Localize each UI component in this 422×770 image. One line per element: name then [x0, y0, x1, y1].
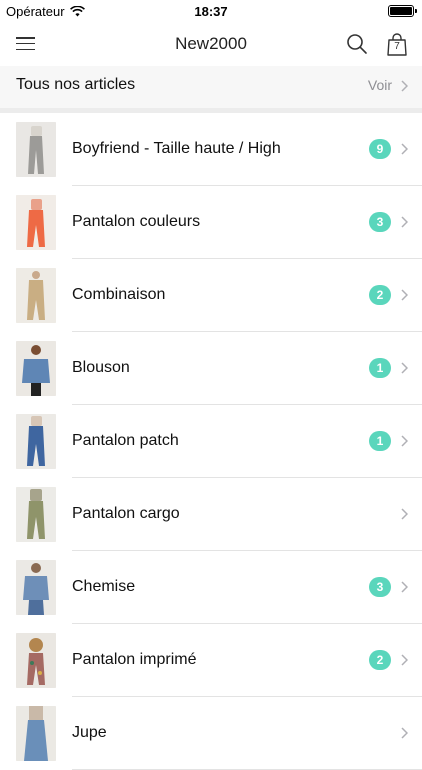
status-bar: Opérateur 18:37 — [0, 0, 422, 22]
count-badge: 3 — [369, 577, 391, 597]
category-row[interactable]: Blouson 1 — [0, 332, 422, 405]
count-badge: 9 — [369, 139, 391, 159]
battery-icon — [388, 5, 417, 17]
product-thumbnail — [16, 706, 56, 761]
all-articles-label: Tous nos articles — [16, 76, 136, 93]
shopping-bag-button[interactable]: 7 — [386, 32, 408, 56]
product-thumbnail — [16, 341, 56, 396]
chevron-right-icon — [401, 581, 408, 593]
category-label: Combinaison — [72, 286, 166, 303]
count-badge: 2 — [369, 285, 391, 305]
count-badge: 2 — [369, 650, 391, 670]
count-badge: 1 — [369, 431, 391, 451]
count-badge: 1 — [369, 358, 391, 378]
chevron-right-icon — [401, 362, 408, 374]
navigation-bar: New2000 7 — [0, 22, 422, 66]
category-row[interactable]: Pantalon cargo — [0, 478, 422, 551]
category-label: Pantalon couleurs — [72, 213, 201, 230]
chevron-right-icon — [401, 216, 408, 228]
category-label: Pantalon patch — [72, 432, 179, 449]
product-thumbnail — [16, 195, 56, 250]
product-thumbnail — [16, 122, 56, 177]
count-badge: 3 — [369, 212, 391, 232]
product-thumbnail — [16, 414, 56, 469]
chevron-right-icon — [401, 508, 408, 520]
category-row[interactable]: Pantalon patch 1 — [0, 405, 422, 478]
category-row[interactable]: Combinaison 2 — [0, 259, 422, 332]
category-row[interactable]: Pantalon couleurs 3 — [0, 186, 422, 259]
category-label: Blouson — [72, 359, 130, 376]
category-list: Boyfriend - Taille haute / High 9 Pantal… — [0, 113, 422, 770]
cart-count: 7 — [394, 41, 400, 52]
category-label: Jupe — [72, 724, 107, 741]
category-row[interactable]: Boyfriend - Taille haute / High 9 — [0, 113, 422, 186]
chevron-right-icon — [401, 435, 408, 447]
category-label: Chemise — [72, 578, 136, 595]
chevron-right-icon — [401, 727, 408, 739]
product-thumbnail — [16, 633, 56, 688]
chevron-right-icon — [401, 143, 408, 155]
category-label: Pantalon cargo — [72, 505, 180, 522]
category-row[interactable]: Chemise 3 — [0, 551, 422, 624]
status-time: 18:37 — [194, 4, 228, 19]
chevron-right-icon — [401, 289, 408, 301]
chevron-right-icon — [401, 80, 408, 92]
category-row[interactable]: Pantalon imprimé 2 — [0, 624, 422, 697]
chevron-right-icon — [401, 654, 408, 666]
product-thumbnail — [16, 487, 56, 542]
product-thumbnail — [16, 268, 56, 323]
category-row[interactable]: Jupe — [0, 697, 422, 770]
see-all-link[interactable]: Voir — [368, 77, 392, 93]
all-articles-row[interactable]: Tous nos articles Voir — [0, 66, 422, 108]
category-label: Pantalon imprimé — [72, 651, 197, 668]
search-icon[interactable] — [346, 33, 368, 55]
category-label: Boyfriend - Taille haute / High — [72, 140, 281, 157]
product-thumbnail — [16, 560, 56, 615]
